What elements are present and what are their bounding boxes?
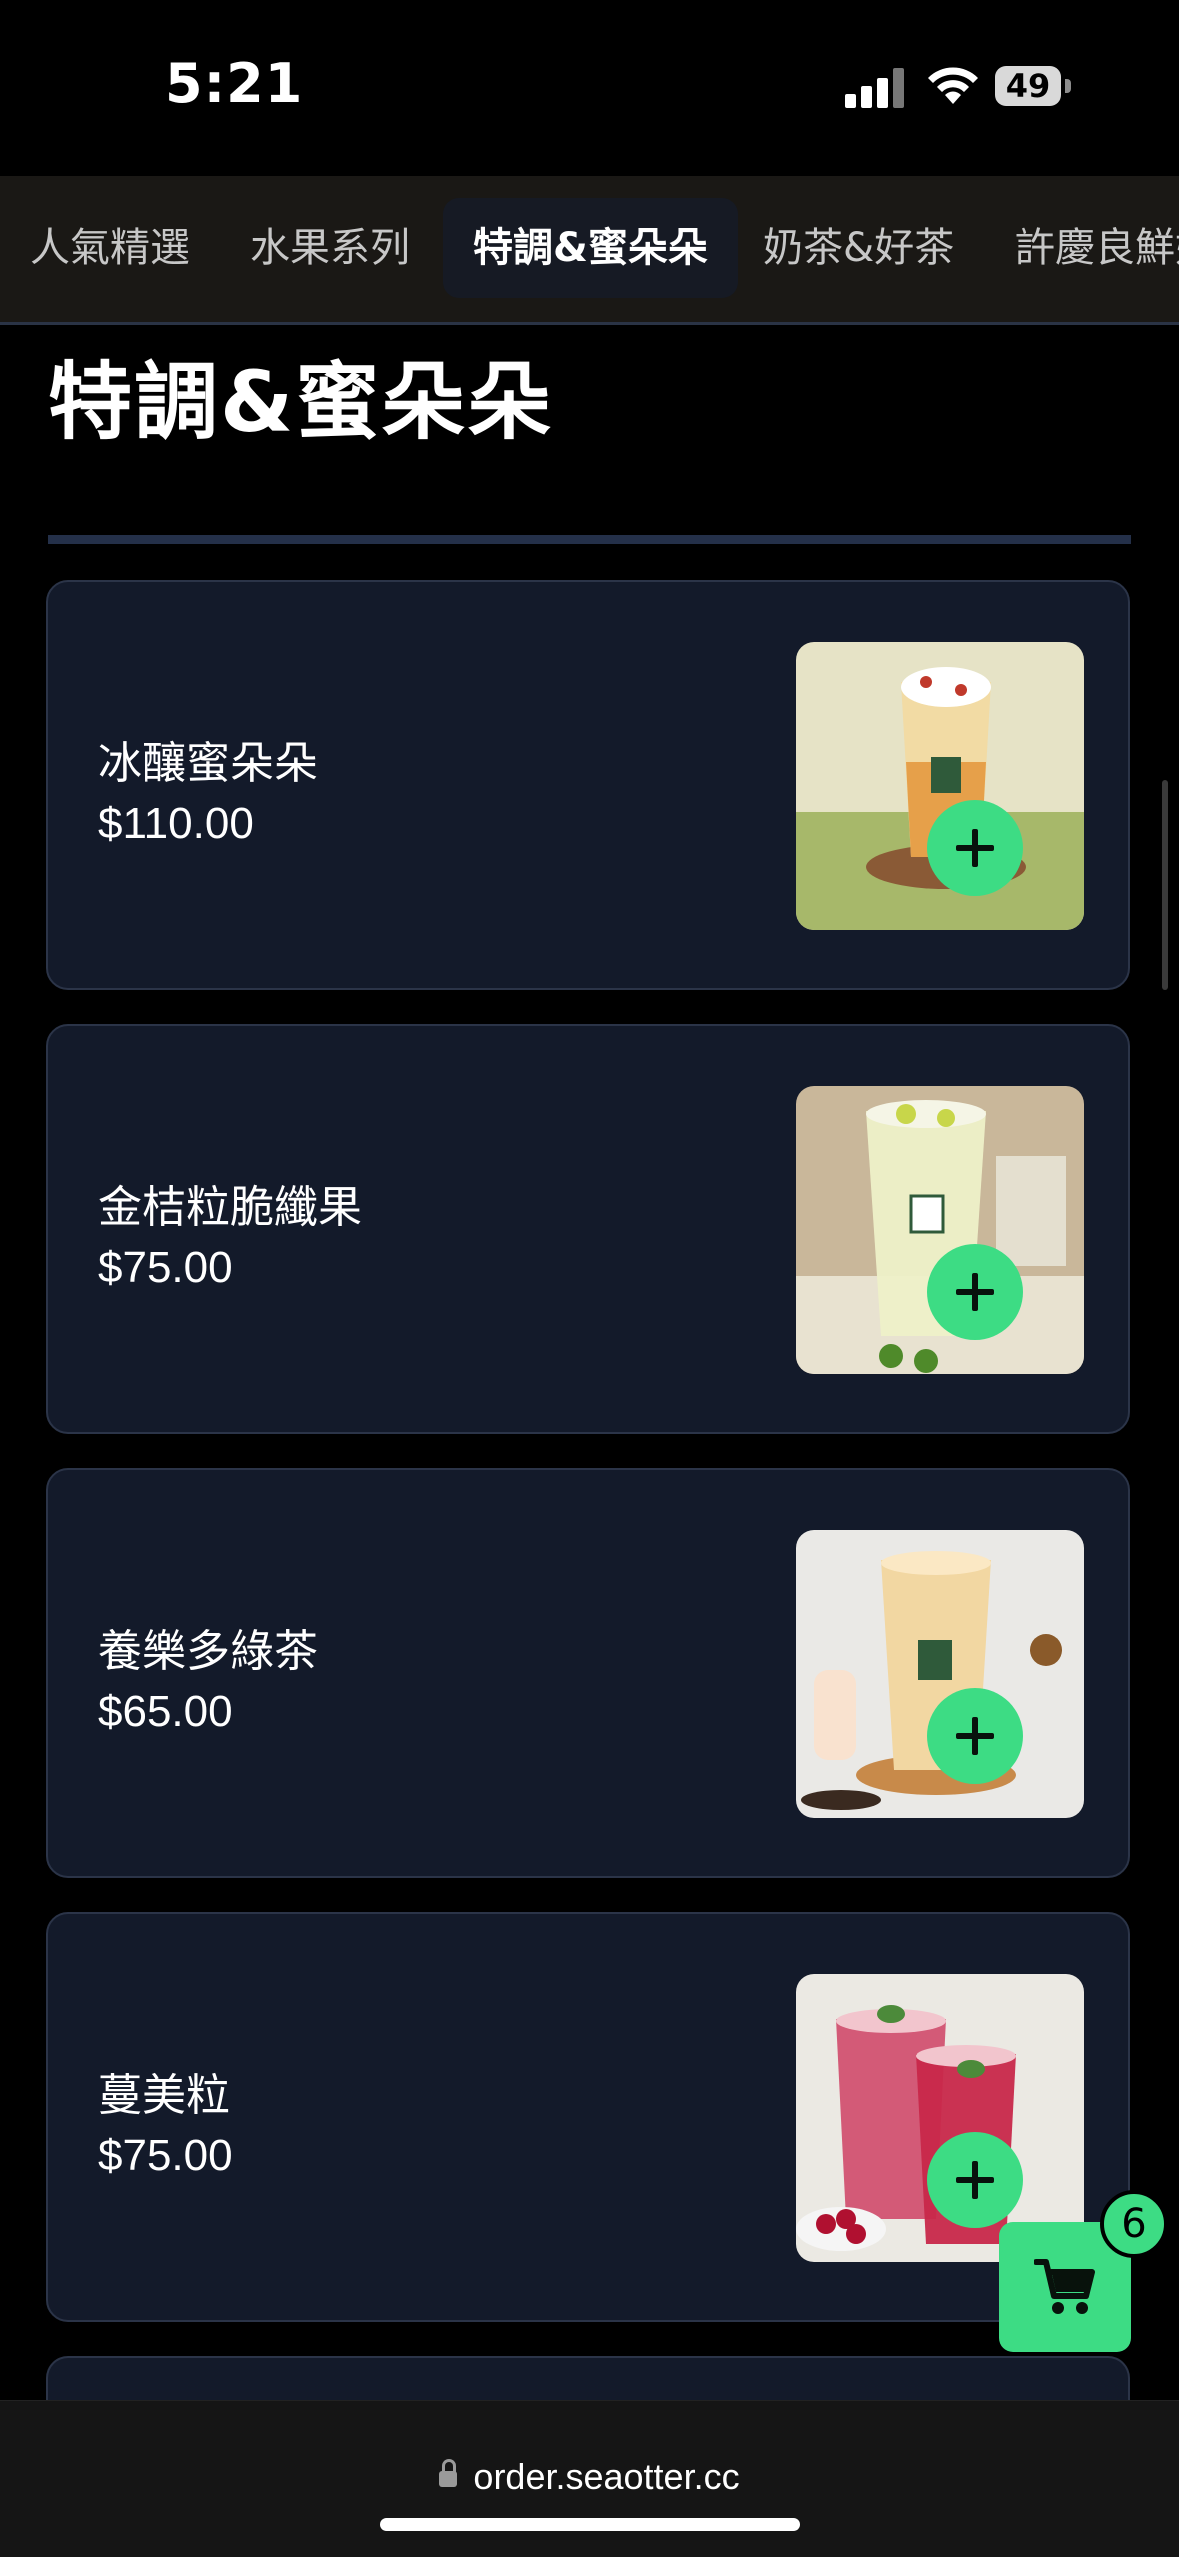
tab-milk-tea[interactable]: 奶茶&好茶: [733, 198, 984, 298]
url-display: order.seaotter.cc: [0, 2456, 1179, 2498]
status-time: 5:21: [165, 52, 304, 115]
product-price: $75.00: [98, 1243, 233, 1292]
kumquat-drink-photo-icon: [796, 1086, 1084, 1374]
cranberry-drink-photo-icon: [796, 1974, 1084, 2262]
add-to-cart-button[interactable]: [927, 800, 1023, 896]
product-card[interactable]: 金桔粒脆纖果 $75.00: [46, 1024, 1130, 1434]
yakult-green-tea-photo-icon: [796, 1530, 1084, 1818]
product-card[interactable]: 冰釀蜜朵朵 $110.00: [46, 580, 1130, 990]
tab-popular[interactable]: 人氣精選: [0, 198, 220, 298]
section-title: 特調&蜜朵朵: [48, 353, 554, 451]
add-to-cart-button[interactable]: [927, 2132, 1023, 2228]
product-price: $65.00: [98, 1687, 233, 1736]
cart-count-badge: 6: [1100, 2190, 1168, 2258]
battery-level: 49: [1005, 67, 1051, 105]
tab-special[interactable]: 特調&蜜朵朵: [443, 198, 738, 298]
product-name: 冰釀蜜朵朵: [98, 738, 318, 789]
cellular-signal-icon: [845, 68, 905, 108]
product-price: $75.00: [98, 2131, 233, 2180]
battery-icon: 49: [995, 66, 1071, 106]
tab-fruit[interactable]: 水果系列: [220, 198, 440, 298]
category-tabs: 人氣精選 水果系列 特調&蜜朵朵 奶茶&好茶 許慶良鮮奶: [0, 176, 1179, 325]
add-to-cart-button[interactable]: [927, 1688, 1023, 1784]
product-price: $110.00: [98, 799, 254, 848]
scrollbar[interactable]: [1162, 780, 1168, 990]
url-text: order.seaotter.cc: [473, 2456, 740, 2497]
browser-url-bar[interactable]: order.seaotter.cc: [0, 2400, 1179, 2557]
lock-icon: [439, 2459, 458, 2487]
product-card[interactable]: 養樂多綠茶 $65.00: [46, 1468, 1130, 1878]
product-name: 蔓美粒: [98, 2070, 230, 2121]
section-divider: [48, 535, 1131, 544]
home-indicator[interactable]: [380, 2518, 800, 2531]
product-name: 金桔粒脆纖果: [98, 1182, 362, 1233]
status-bar: 5:21 49: [0, 0, 1179, 176]
plus-icon: [956, 829, 994, 867]
plus-icon: [956, 1273, 994, 1311]
plus-icon: [956, 1717, 994, 1755]
product-name: 養樂多綠茶: [98, 1626, 318, 1677]
tab-fresh-milk[interactable]: 許慶良鮮奶: [985, 198, 1179, 298]
add-to-cart-button[interactable]: [927, 1244, 1023, 1340]
plus-icon: [956, 2161, 994, 2199]
honey-drink-photo-icon: [796, 642, 1084, 930]
product-card[interactable]: 蔓美粒 $75.00: [46, 1912, 1130, 2322]
cart-icon: [1034, 2259, 1095, 2314]
wifi-icon: [928, 67, 978, 104]
